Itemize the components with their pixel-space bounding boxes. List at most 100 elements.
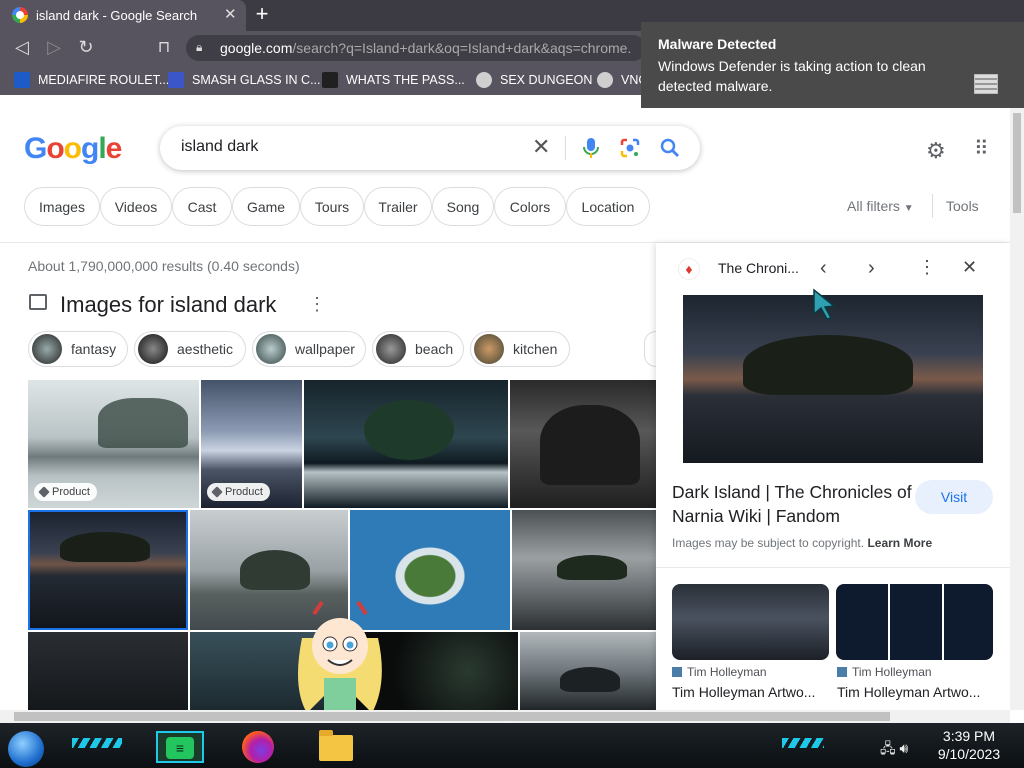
clock-time: 3:39 PM bbox=[942, 728, 996, 744]
address-bar[interactable]: 🔒︎ google.com/search?q=Island+dark&oq=Is… bbox=[186, 35, 646, 61]
google-favicon-icon bbox=[12, 7, 28, 23]
apps-grid-icon[interactable]: ⠿ bbox=[974, 136, 989, 161]
chip-location[interactable]: Location bbox=[566, 187, 650, 226]
forward-icon[interactable]: ▷ bbox=[44, 37, 64, 58]
cartoon-sticker bbox=[298, 600, 382, 713]
related-image[interactable] bbox=[672, 584, 829, 660]
chip-tours[interactable]: Tours bbox=[300, 187, 364, 226]
close-icon[interactable]: ✕ bbox=[962, 257, 977, 278]
notification-body: Windows Defender is taking action to cle… bbox=[658, 58, 926, 94]
chip-videos[interactable]: Videos bbox=[100, 187, 172, 226]
image-result[interactable] bbox=[512, 510, 656, 630]
malware-notification[interactable]: Malware Detected Windows Defender is tak… bbox=[641, 22, 1024, 108]
bookmark-label: SMASH GLASS IN C... bbox=[192, 73, 321, 87]
related-source: Tim Holleyman bbox=[837, 665, 932, 679]
visit-button[interactable]: Visit bbox=[915, 480, 993, 514]
fandom-icon: ♦ bbox=[678, 258, 700, 280]
product-badge: Product bbox=[34, 483, 97, 501]
divider bbox=[932, 194, 933, 218]
chip-game[interactable]: Game bbox=[232, 187, 300, 226]
images-heading[interactable]: Images for island dark bbox=[60, 292, 276, 318]
thumbnail bbox=[376, 334, 406, 364]
refine-chip[interactable]: beach bbox=[372, 331, 464, 367]
start-button[interactable] bbox=[8, 731, 44, 767]
browser-tab[interactable]: island dark - Google Search ✕ bbox=[0, 0, 246, 31]
back-icon[interactable]: ◁ bbox=[12, 37, 32, 58]
preview-headline[interactable]: Dark Island | The Chronicles of Narnia W… bbox=[672, 480, 912, 528]
chevron-right-icon[interactable]: › bbox=[868, 257, 875, 280]
image-result[interactable] bbox=[520, 632, 656, 710]
vertical-scrollbar[interactable] bbox=[1010, 95, 1024, 710]
lock-icon: 🔒︎ bbox=[196, 40, 203, 54]
chip-images[interactable]: Images bbox=[24, 187, 100, 226]
mic-icon[interactable] bbox=[583, 137, 599, 159]
lens-icon[interactable] bbox=[620, 138, 640, 158]
bookmark-item[interactable]: SMASH GLASS IN C... bbox=[168, 71, 321, 89]
refine-chip[interactable] bbox=[644, 331, 656, 367]
scroll-thumb[interactable] bbox=[1013, 113, 1021, 213]
related-source-label: Tim Holleyman bbox=[852, 665, 932, 679]
related-image[interactable] bbox=[836, 584, 993, 660]
image-result[interactable] bbox=[28, 632, 188, 710]
search-box[interactable]: island dark ✕ bbox=[160, 126, 700, 170]
clock[interactable]: 3:39 PM 9/10/2023 bbox=[936, 727, 1002, 763]
chevron-left-icon[interactable]: ‹ bbox=[820, 257, 827, 280]
horizontal-scrollbar[interactable] bbox=[0, 710, 1010, 723]
taskbar-app-notes[interactable]: ≡ bbox=[156, 731, 204, 763]
close-tab-icon[interactable]: ✕ bbox=[224, 5, 237, 23]
bookmark-item[interactable]: VNC bbox=[597, 71, 647, 89]
volume-icon[interactable]: 🔊︎ bbox=[900, 740, 909, 756]
more-options-icon[interactable]: ⋮ bbox=[308, 294, 326, 315]
refine-label: fantasy bbox=[71, 341, 117, 357]
image-result[interactable]: Product bbox=[28, 380, 199, 508]
chip-colors[interactable]: Colors bbox=[494, 187, 566, 226]
firefox-icon[interactable] bbox=[242, 731, 274, 763]
reload-icon[interactable]: ↻ bbox=[76, 37, 96, 58]
tools-button[interactable]: Tools bbox=[946, 198, 979, 214]
taskbar-decoration bbox=[782, 738, 824, 748]
refine-chip[interactable]: fantasy bbox=[28, 331, 128, 367]
new-tab-button[interactable]: + bbox=[252, 3, 272, 25]
gear-icon[interactable]: ⚙ bbox=[926, 138, 946, 164]
refine-chip[interactable]: wallpaper bbox=[252, 331, 366, 367]
google-logo[interactable]: Google bbox=[24, 132, 122, 166]
refine-chip[interactable]: aesthetic bbox=[134, 331, 246, 367]
image-result-selected[interactable] bbox=[28, 510, 188, 630]
sigma-icon bbox=[168, 72, 184, 88]
network-icon[interactable]: 🖧 bbox=[880, 740, 896, 756]
chip-trailer[interactable]: Trailer bbox=[364, 187, 432, 226]
related-title[interactable]: Tim Holleyman Artwo... bbox=[672, 684, 815, 700]
chip-cast[interactable]: Cast bbox=[172, 187, 232, 226]
image-result[interactable] bbox=[510, 380, 656, 508]
bookmark-item[interactable]: WHATS THE PASS... bbox=[322, 71, 465, 89]
chip-song[interactable]: Song bbox=[432, 187, 494, 226]
source-icon bbox=[672, 667, 682, 677]
image-result[interactable] bbox=[304, 380, 508, 508]
bookmark-item[interactable]: MEDIAFIRE ROULET... bbox=[14, 71, 169, 89]
all-filters-button[interactable]: All filters ▼ bbox=[847, 198, 914, 214]
mediafire-icon bbox=[14, 72, 30, 88]
result-stats: About 1,790,000,000 results (0.40 second… bbox=[28, 258, 300, 274]
learn-more-link[interactable]: Learn More bbox=[867, 536, 932, 550]
bookmark-item[interactable]: SEX DUNGEON bbox=[476, 71, 592, 89]
preview-image[interactable] bbox=[683, 295, 983, 463]
source-icon bbox=[837, 667, 847, 677]
file-explorer-icon[interactable] bbox=[319, 730, 353, 761]
notes-icon: ≡ bbox=[166, 737, 194, 759]
image-icon bbox=[29, 294, 47, 310]
mouse-cursor-icon bbox=[813, 288, 836, 320]
search-input[interactable]: island dark bbox=[181, 138, 258, 156]
image-result[interactable]: Product bbox=[201, 380, 302, 508]
scroll-thumb[interactable] bbox=[14, 712, 890, 721]
more-options-icon[interactable]: ⋮ bbox=[918, 257, 936, 278]
system-tray[interactable]: 🖧 🔊︎ bbox=[880, 738, 908, 762]
related-title[interactable]: Tim Holleyman Artwo... bbox=[837, 684, 980, 700]
panel-source[interactable]: The Chroni... bbox=[718, 260, 799, 276]
address-url: google.com/search?q=Island+dark&oq=Islan… bbox=[220, 40, 632, 56]
bookmark-icon[interactable]: ⊓ bbox=[154, 37, 174, 57]
tab-title: island dark - Google Search bbox=[36, 8, 198, 23]
search-icon[interactable] bbox=[660, 138, 680, 158]
related-source-label: Tim Holleyman bbox=[687, 665, 767, 679]
refine-chip[interactable]: kitchen bbox=[470, 331, 570, 367]
clear-icon[interactable]: ✕ bbox=[532, 134, 550, 160]
